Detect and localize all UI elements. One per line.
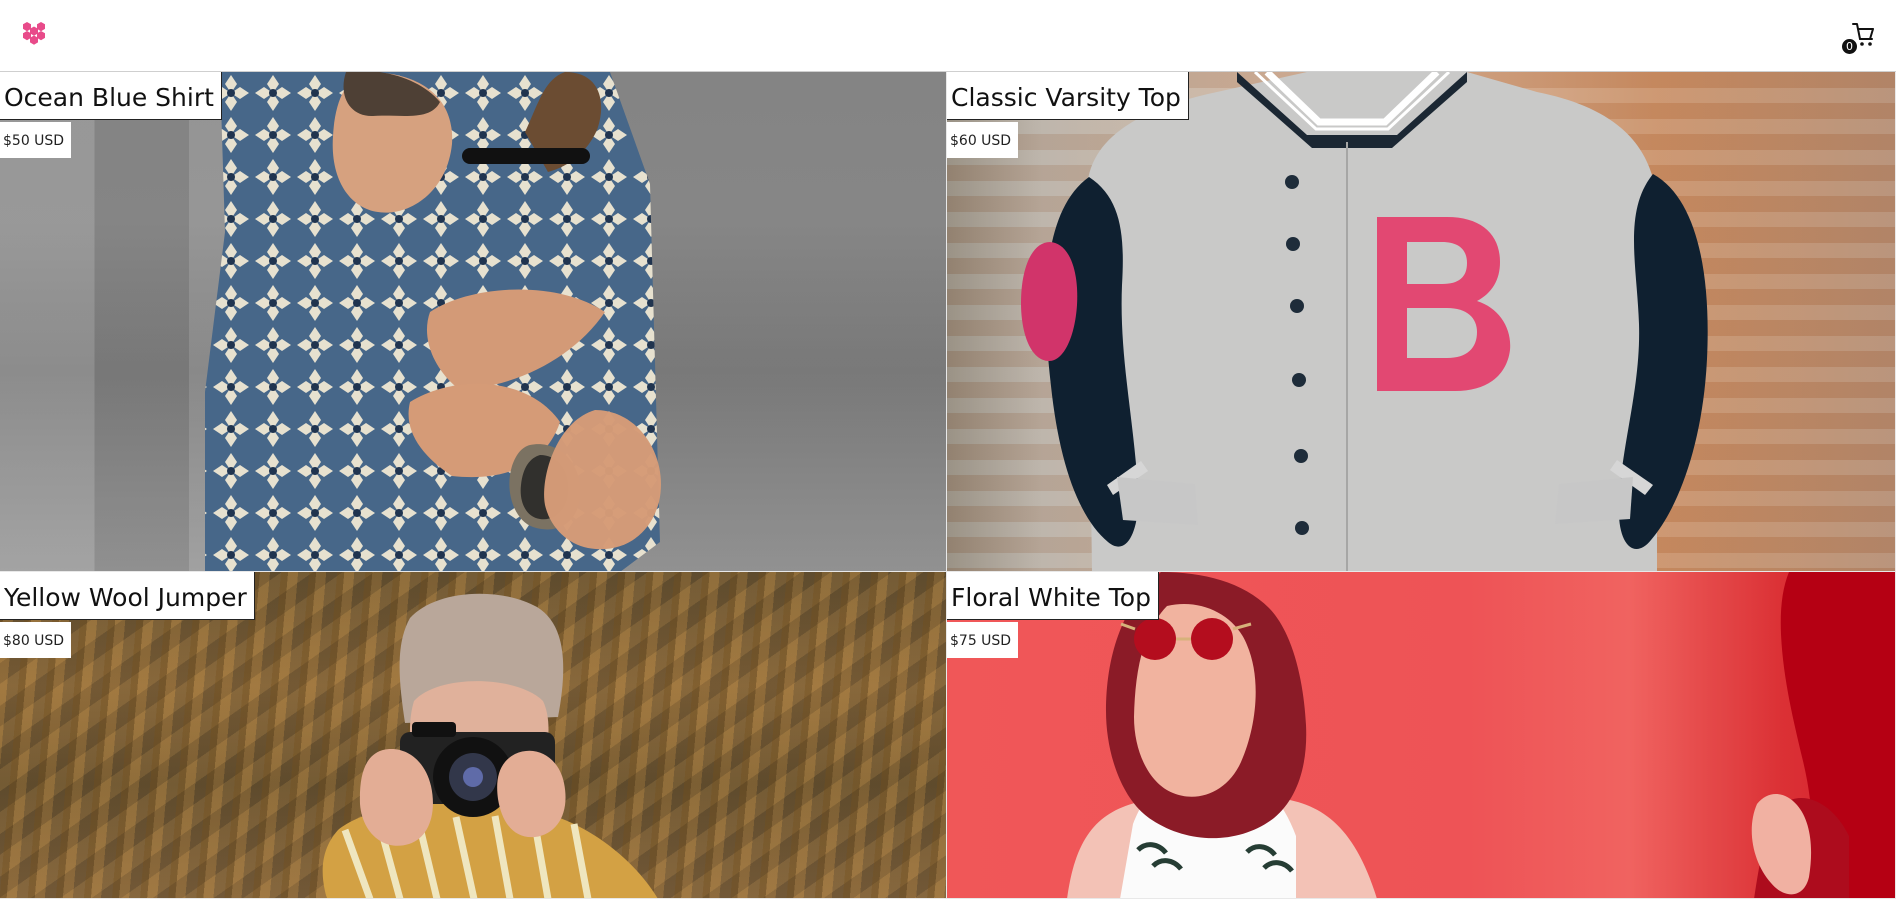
product-image[interactable]: [947, 72, 1895, 571]
product-card-classic-varsity-top[interactable]: Classic Varsity Top $60 USD: [947, 72, 1896, 572]
product-image[interactable]: [0, 572, 946, 898]
product-grid: Ocean Blue Shirt $50 USD Classic Varsity…: [0, 72, 1896, 899]
product-image[interactable]: [947, 572, 1895, 898]
product-title[interactable]: Classic Varsity Top: [947, 72, 1189, 120]
product-card-ocean-blue-shirt[interactable]: Ocean Blue Shirt $50 USD: [0, 72, 947, 572]
product-price: $80 USD: [0, 622, 72, 658]
product-price: $60 USD: [947, 122, 1019, 158]
product-title[interactable]: Ocean Blue Shirt: [0, 72, 222, 120]
cart-button[interactable]: 0: [1838, 20, 1874, 56]
product-title[interactable]: Floral White Top: [947, 572, 1159, 620]
product-card-yellow-wool-jumper[interactable]: Yellow Wool Jumper $80 USD: [0, 572, 947, 899]
site-header: 0: [0, 0, 1896, 72]
product-card-floral-white-top[interactable]: Floral White Top $75 USD: [947, 572, 1896, 899]
cart-count-badge: 0: [1842, 39, 1857, 54]
flower-icon[interactable]: [17, 18, 51, 52]
product-price: $50 USD: [0, 122, 72, 158]
product-price: $75 USD: [947, 622, 1019, 658]
product-image[interactable]: [0, 72, 946, 571]
product-title[interactable]: Yellow Wool Jumper: [0, 572, 255, 620]
